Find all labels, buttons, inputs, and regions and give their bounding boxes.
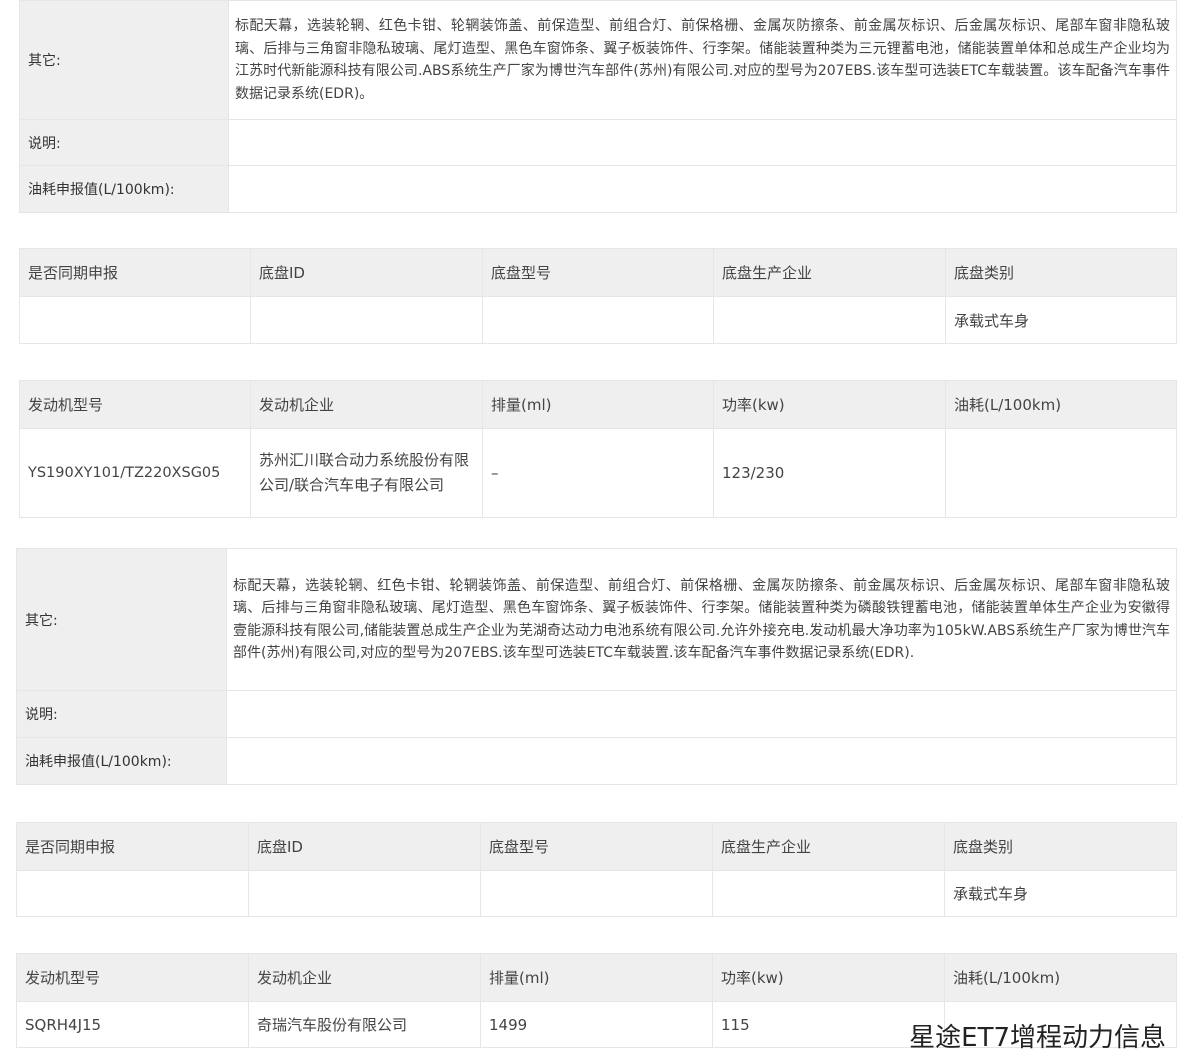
chassis-value-cell: 承载式车身 bbox=[945, 296, 1177, 344]
engine-value-cell: 奇瑞汽车股份有限公司 bbox=[248, 1001, 481, 1048]
engine-value-cell: 苏州汇川联合动力系统股份有限公司/联合汽车电子有限公司 bbox=[250, 428, 483, 518]
chassis-value-cell bbox=[248, 870, 481, 917]
other-text: 标配天幕，选装轮辋、红色卡钳、轮辋装饰盖、前保造型、前组合灯、前保格栅、金属灰防… bbox=[228, 0, 1177, 120]
chassis-header-cell: 底盘ID bbox=[248, 822, 481, 871]
chassis-header-cell: 底盘生产企业 bbox=[713, 248, 946, 297]
chassis-header-cell: 底盘类别 bbox=[944, 822, 1177, 871]
note-value bbox=[226, 690, 1177, 738]
engine-value-cell: YS190XY101/TZ220XSG05 bbox=[19, 428, 251, 518]
engine-header-cell: 发动机型号 bbox=[16, 953, 249, 1002]
fuel-declared-label: 油耗申报值(L/100km): bbox=[16, 737, 227, 785]
note-row: 说明: bbox=[19, 119, 1177, 166]
fuel-declared-row: 油耗申报值(L/100km): bbox=[16, 737, 1177, 785]
fuel-declared-value bbox=[226, 737, 1177, 785]
chassis-header-cell: 底盘生产企业 bbox=[712, 822, 945, 871]
other-text: 标配天幕，选装轮辋、红色卡钳、轮辋装饰盖、前保造型、前组合灯、前保格栅、金属灰防… bbox=[226, 548, 1177, 691]
note-label: 说明: bbox=[16, 690, 227, 738]
chassis-value-cell bbox=[713, 296, 946, 344]
chassis-value-cell bbox=[712, 870, 945, 917]
chassis-value-cell bbox=[16, 870, 249, 917]
engine-company-text: 苏州汇川联合动力系统股份有限公司/联合汽车电子有限公司 bbox=[259, 451, 470, 494]
chassis-header-cell: 底盘ID bbox=[250, 248, 483, 297]
chassis-header-cell: 底盘型号 bbox=[482, 248, 714, 297]
note-label: 说明: bbox=[19, 119, 229, 166]
engine-header-cell: 发动机企业 bbox=[250, 380, 483, 429]
engine-value-cell: SQRH4J15 bbox=[16, 1001, 249, 1048]
other-label: 其它: bbox=[16, 548, 227, 691]
engine-header-cell: 功率(kw) bbox=[712, 953, 945, 1002]
note-row: 说明: bbox=[16, 690, 1177, 738]
chassis-value-row: 承载式车身 bbox=[19, 296, 1177, 344]
chassis-header-row: 是否同期申报 底盘ID 底盘型号 底盘生产企业 底盘类别 bbox=[16, 822, 1177, 871]
engine-header-cell: 排量(ml) bbox=[480, 953, 713, 1002]
chassis-value-cell bbox=[250, 296, 483, 344]
chassis-header-row: 是否同期申报 底盘ID 底盘型号 底盘生产企业 底盘类别 bbox=[19, 248, 1177, 297]
other-info-table-1: 其它: 标配天幕，选装轮辋、红色卡钳、轮辋装饰盖、前保造型、前组合灯、前保格栅、… bbox=[19, 0, 1177, 213]
chassis-value-cell bbox=[480, 870, 713, 917]
engine-value-cell: 123/230 bbox=[713, 428, 946, 518]
engine-header-cell: 发动机企业 bbox=[248, 953, 481, 1002]
chassis-header-cell: 是否同期申报 bbox=[16, 822, 249, 871]
chassis-header-cell: 底盘型号 bbox=[480, 822, 713, 871]
engine-header-cell: 排量(ml) bbox=[482, 380, 714, 429]
engine-value-cell: – bbox=[482, 428, 714, 518]
chassis-header-cell: 底盘类别 bbox=[945, 248, 1177, 297]
fuel-declared-label: 油耗申报值(L/100km): bbox=[19, 165, 229, 213]
chassis-value-row: 承载式车身 bbox=[16, 870, 1177, 917]
other-row: 其它: 标配天幕，选装轮辋、红色卡钳、轮辋装饰盖、前保造型、前组合灯、前保格栅、… bbox=[16, 548, 1177, 691]
chassis-value-cell bbox=[19, 296, 251, 344]
engine-value-cell: 1499 bbox=[480, 1001, 713, 1048]
chassis-table-1: 是否同期申报 底盘ID 底盘型号 底盘生产企业 底盘类别 承载式车身 bbox=[19, 248, 1177, 344]
watermark-caption: 星途ET7增程动力信息 bbox=[909, 1023, 1166, 1053]
engine-value-cell bbox=[945, 428, 1177, 518]
note-value bbox=[228, 119, 1177, 166]
engine-header-cell: 发动机型号 bbox=[19, 380, 251, 429]
chassis-value-cell: 承载式车身 bbox=[944, 870, 1177, 917]
chassis-value-cell bbox=[482, 296, 714, 344]
engine-header-cell: 功率(kw) bbox=[713, 380, 946, 429]
fuel-declared-row: 油耗申报值(L/100km): bbox=[19, 165, 1177, 213]
other-row: 其它: 标配天幕，选装轮辋、红色卡钳、轮辋装饰盖、前保造型、前组合灯、前保格栅、… bbox=[19, 0, 1177, 120]
other-label: 其它: bbox=[19, 0, 229, 120]
engine-header-cell: 油耗(L/100km) bbox=[944, 953, 1177, 1002]
other-info-table-2: 其它: 标配天幕，选装轮辋、红色卡钳、轮辋装饰盖、前保造型、前组合灯、前保格栅、… bbox=[16, 548, 1177, 785]
chassis-table-2: 是否同期申报 底盘ID 底盘型号 底盘生产企业 底盘类别 承载式车身 bbox=[16, 822, 1177, 917]
fuel-declared-value bbox=[228, 165, 1177, 213]
chassis-header-cell: 是否同期申报 bbox=[19, 248, 251, 297]
engine-header-row: 发动机型号 发动机企业 排量(ml) 功率(kw) 油耗(L/100km) bbox=[19, 380, 1177, 429]
engine-header-cell: 油耗(L/100km) bbox=[945, 380, 1177, 429]
engine-header-row: 发动机型号 发动机企业 排量(ml) 功率(kw) 油耗(L/100km) bbox=[16, 953, 1177, 1002]
engine-table-1: 发动机型号 发动机企业 排量(ml) 功率(kw) 油耗(L/100km) YS… bbox=[19, 380, 1177, 518]
engine-value-row: YS190XY101/TZ220XSG05 苏州汇川联合动力系统股份有限公司/联… bbox=[19, 428, 1177, 518]
